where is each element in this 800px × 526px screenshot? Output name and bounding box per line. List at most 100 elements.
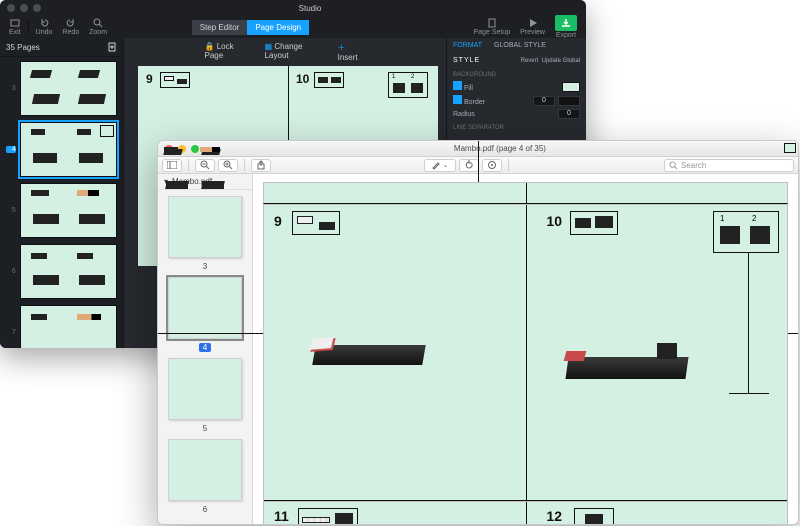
page-thumbnail[interactable] — [168, 358, 242, 420]
parts-callout — [570, 211, 618, 235]
markup-button[interactable]: ⌄ — [424, 159, 456, 172]
fill-color-swatch[interactable] — [562, 82, 580, 92]
page-thumbnail[interactable]: 7 — [6, 305, 117, 348]
thumb-number: 4 — [6, 146, 16, 153]
assembly-render — [567, 345, 697, 391]
edit-button[interactable] — [482, 159, 502, 172]
preview-canvas[interactable]: 9 10 1 — [253, 174, 798, 524]
tab-global-style[interactable]: GLOBAL STYLE — [494, 42, 546, 49]
preview-title: Mambo.pdf (page 4 of 35) — [209, 144, 791, 153]
fill-label: Fill — [464, 85, 473, 92]
thumb-label: 4 — [199, 343, 211, 352]
preview-sidebar: ▾Mambo.pdf 3 4 5 6 — [158, 174, 253, 524]
qty: 2 — [752, 214, 756, 223]
context-bar: 🔒 Lock Page ▦ Change Layout ＋ Insert — [205, 42, 366, 62]
studio-titlebar[interactable]: Studio — [0, 0, 586, 16]
mode-switch: Step Editor Page Design — [192, 20, 309, 35]
qty: 1 — [720, 214, 724, 223]
background-heading: BACKGROUND — [453, 72, 580, 78]
rotate-button[interactable] — [459, 159, 479, 172]
exit-button[interactable]: Exit — [4, 18, 26, 36]
lock-page-button[interactable]: 🔒 Lock Page — [205, 42, 251, 62]
zoom-icon[interactable] — [191, 145, 199, 153]
minimize-icon[interactable] — [20, 4, 28, 12]
step-number: 9 — [146, 72, 153, 86]
qty: 2 — [411, 74, 414, 80]
insert-button[interactable]: ＋ Insert — [338, 42, 366, 62]
close-icon[interactable] — [7, 4, 15, 12]
search-input[interactable]: Search — [664, 159, 794, 172]
page-setup-button[interactable]: Page Setup — [469, 18, 516, 36]
step-number: 10 — [296, 72, 309, 86]
undo-label: Undo — [36, 29, 53, 36]
sidebar-toggle-button[interactable] — [162, 159, 182, 172]
page-thumbnail[interactable] — [168, 439, 242, 501]
page-setup-label: Page Setup — [474, 29, 511, 36]
add-page-icon[interactable] — [107, 42, 117, 52]
exit-label: Exit — [9, 29, 21, 36]
pdf-next-page: 11 12 — [263, 502, 788, 524]
redo-button[interactable]: Redo — [57, 18, 84, 36]
fill-checkbox[interactable] — [453, 81, 462, 90]
preview-window: ⌄ Mambo.pdf (page 4 of 35) ⌄ Search ▾Mam… — [157, 140, 799, 525]
step-number: 11 — [274, 508, 289, 524]
step-editor-button[interactable]: Step Editor — [192, 20, 248, 35]
change-layout-button[interactable]: ▦ Change Layout — [265, 42, 324, 62]
page-thumbnail[interactable]: 6 — [6, 244, 117, 299]
thumb-number: 7 — [6, 329, 16, 336]
page-thumbnail[interactable]: 3 — [6, 61, 117, 116]
parts-callout[interactable] — [314, 72, 344, 88]
page-thumbnail[interactable]: 5 — [6, 183, 117, 238]
border-color-swatch[interactable] — [558, 96, 580, 106]
studio-title: Studio — [41, 4, 579, 13]
assembly-render — [314, 335, 434, 375]
preview-label: Preview — [520, 29, 545, 36]
border-value[interactable]: 0 — [533, 96, 555, 106]
radius-label: Radius — [453, 111, 475, 118]
zoom-icon[interactable] — [33, 4, 41, 12]
export-button[interactable]: Export — [550, 15, 582, 39]
search-icon — [669, 161, 678, 170]
revert-button[interactable]: Revert — [521, 58, 539, 64]
page-thumbnail[interactable] — [168, 277, 242, 339]
step-number: 9 — [274, 213, 282, 229]
submodel-callout: 1 2 — [713, 211, 779, 253]
studio-toolbar: Exit Undo Redo Zoom Step Editor Page Des… — [0, 16, 586, 38]
preview-thumb-list[interactable]: 3 4 5 6 — [158, 190, 252, 524]
zoom-label: Zoom — [89, 29, 107, 36]
zoom-button[interactable]: Zoom — [84, 18, 112, 36]
thumb-number: 6 — [6, 268, 16, 275]
page-thumbnail[interactable] — [168, 196, 242, 258]
zoom-out-button[interactable] — [195, 159, 215, 172]
thumbnail-list[interactable]: 3 4 5 6 7 — [0, 57, 123, 348]
pages-count: 35 Pages — [6, 43, 40, 52]
qty: 1 — [392, 74, 395, 80]
step-number: 12 — [546, 508, 562, 524]
step-number: 10 — [546, 213, 562, 229]
radius-value[interactable]: 0 — [558, 109, 580, 119]
page-thumbnail[interactable]: 4 — [6, 122, 117, 177]
thumb-number: 3 — [6, 85, 16, 92]
thumb-label: 5 — [203, 424, 207, 433]
callout-arrow — [748, 253, 749, 393]
line-separator-heading: LINE SEPARATOR — [453, 125, 580, 131]
parts-callout[interactable] — [160, 72, 190, 88]
page-design-button[interactable]: Page Design — [247, 20, 309, 35]
zoom-in-button[interactable] — [218, 159, 238, 172]
submodel-callout[interactable]: 1 2 — [388, 72, 428, 98]
preview-button[interactable]: Preview — [515, 18, 550, 36]
search-placeholder: Search — [681, 161, 706, 170]
border-label: Border — [464, 99, 485, 106]
border-checkbox[interactable] — [453, 95, 462, 104]
thumb-label: 3 — [203, 262, 207, 271]
pdf-page: 9 10 1 — [263, 204, 788, 502]
parts-callout — [298, 508, 358, 524]
redo-label: Redo — [62, 29, 79, 36]
pages-sidebar: 35 Pages 3 4 5 6 7 — [0, 38, 124, 348]
style-heading: STYLE — [453, 57, 480, 64]
share-button[interactable] — [251, 159, 271, 172]
parts-callout — [292, 211, 340, 235]
undo-button[interactable]: Undo — [31, 18, 58, 36]
update-global-button[interactable]: Update Global — [542, 58, 580, 64]
tab-format[interactable]: FORMAT — [453, 42, 482, 49]
